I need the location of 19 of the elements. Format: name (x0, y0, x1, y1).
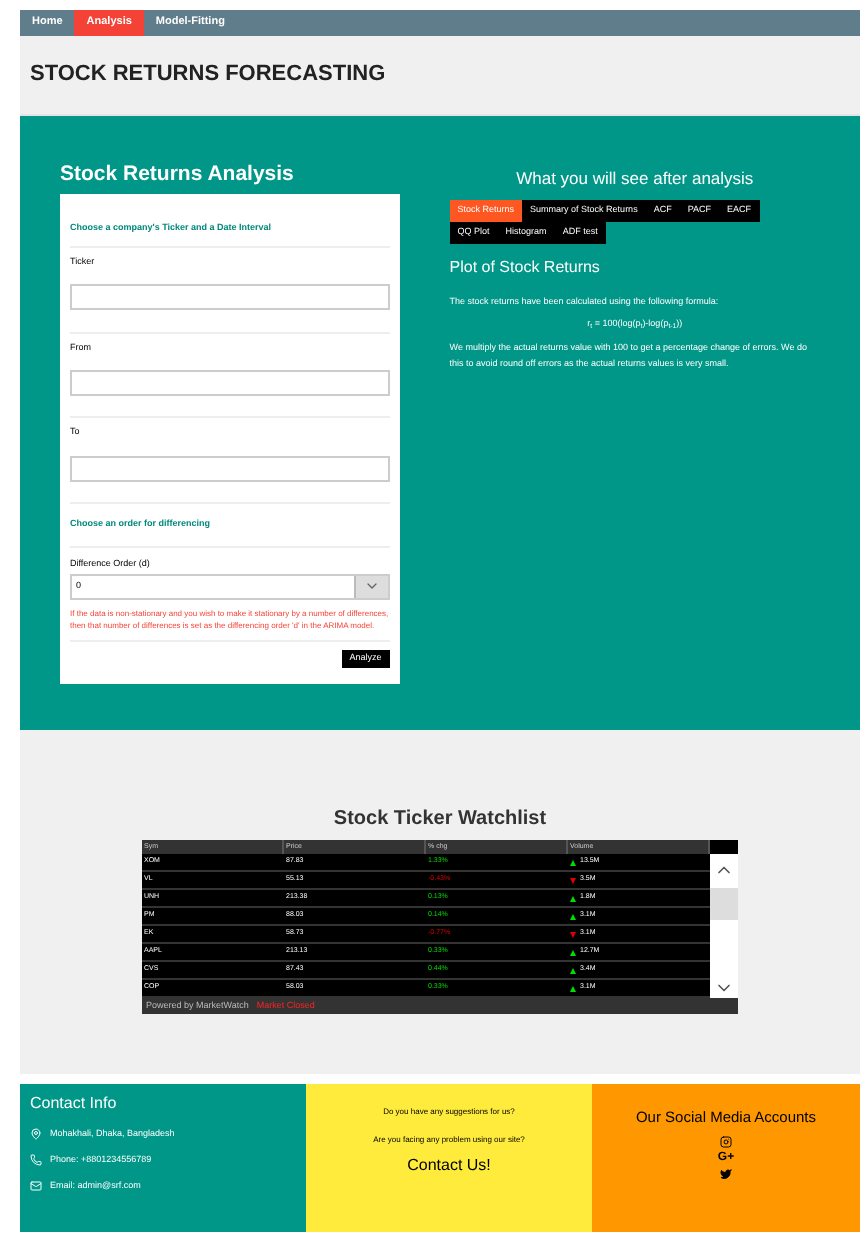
form-title: Stock Returns Analysis (60, 160, 296, 188)
dropdown-button[interactable] (353, 575, 388, 597)
phone-icon (30, 1154, 42, 1167)
scrollbar[interactable] (710, 854, 738, 998)
text-field[interactable] (70, 369, 390, 396)
contact-title: Contact Info (30, 1092, 119, 1116)
instagram-icon[interactable] (720, 1136, 732, 1149)
watchlist-title: Stock Ticker Watchlist (333, 806, 547, 834)
map-pin-icon (30, 1128, 42, 1141)
text-field[interactable] (70, 455, 390, 481)
plot-heading: Plot of Stock Returns (449, 255, 602, 280)
mail-icon (30, 1179, 42, 1192)
scroll-thumb[interactable] (710, 888, 738, 920)
chevron-down-icon (363, 578, 380, 594)
contact-us-link[interactable]: Contact Us! (407, 1154, 491, 1178)
preview-title: What you will see after analysis (514, 166, 756, 192)
twitter-icon[interactable] (720, 1168, 732, 1181)
text-field[interactable] (70, 284, 390, 310)
page-title: STOCK RETURNS FORECASTING (30, 60, 386, 91)
